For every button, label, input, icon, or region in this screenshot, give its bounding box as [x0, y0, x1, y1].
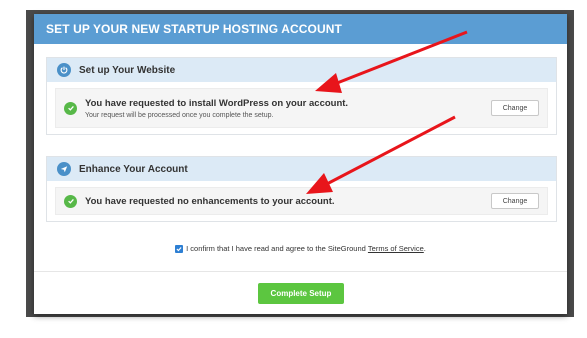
check-circle-icon — [64, 101, 77, 115]
setup-modal: SET UP YOUR NEW STARTUP HOSTING ACCOUNT … — [34, 14, 567, 314]
terms-of-service-link[interactable]: Terms of Service — [368, 244, 424, 253]
website-panel: Set up Your Website You have requested t… — [46, 57, 557, 135]
complete-setup-button[interactable]: Complete Setup — [258, 283, 344, 304]
enhance-status-message: You have requested no enhancements to yo… — [85, 195, 335, 207]
modal-footer: Complete Setup — [34, 271, 567, 314]
terms-suffix: . — [423, 244, 426, 253]
website-status: You have requested to install WordPress … — [55, 88, 548, 128]
website-panel-header: Set up Your Website — [47, 58, 556, 82]
terms-checkbox[interactable] — [175, 244, 184, 253]
change-website-button[interactable]: Change — [491, 100, 539, 116]
website-panel-title: Set up Your Website — [79, 64, 176, 76]
modal-title: SET UP YOUR NEW STARTUP HOSTING ACCOUNT — [34, 14, 567, 44]
website-status-note: Your request will be processed once you … — [85, 111, 274, 119]
enhance-panel-header: Enhance Your Account — [47, 157, 556, 181]
enhance-status: You have requested no enhancements to yo… — [55, 187, 548, 215]
enhance-panel-title: Enhance Your Account — [79, 163, 188, 175]
paper-plane-icon — [57, 162, 71, 176]
power-icon — [57, 63, 71, 77]
check-circle-icon — [64, 194, 77, 208]
change-enhancements-button[interactable]: Change — [491, 193, 539, 209]
enhance-panel: Enhance Your Account You have requested … — [46, 156, 557, 222]
website-status-message: You have requested to install WordPress … — [85, 97, 349, 109]
terms-confirmation: I confirm that I have read and agree to … — [34, 244, 567, 253]
terms-text: I confirm that I have read and agree to … — [186, 244, 366, 253]
